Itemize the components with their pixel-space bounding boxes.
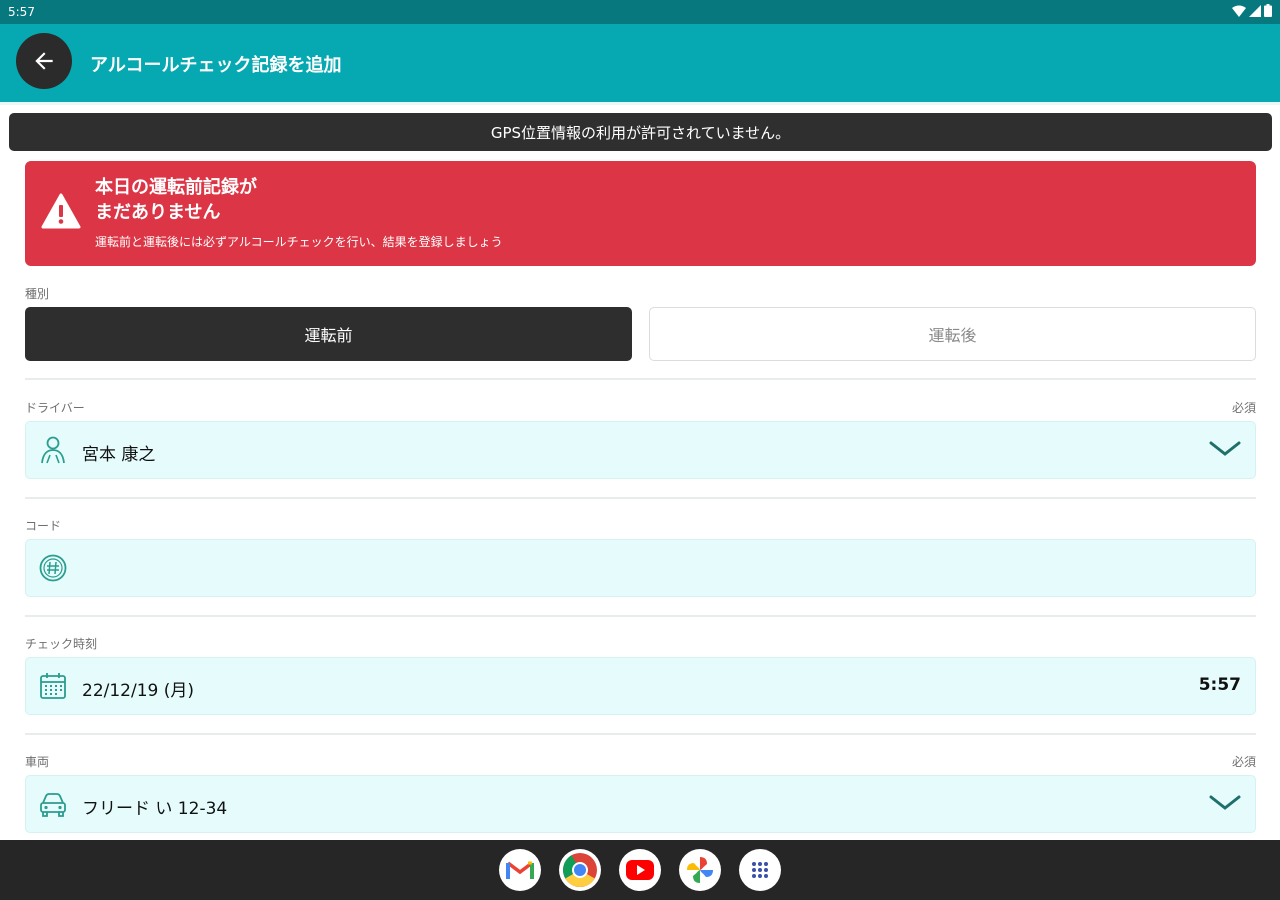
status-bar: 5:57 bbox=[0, 0, 1280, 24]
divider bbox=[25, 497, 1256, 499]
divider bbox=[25, 733, 1256, 735]
alert-description: 運転前と運転後には必ずアルコールチェックを行い、結果を登録しましょう bbox=[95, 235, 503, 249]
driver-value: 宮本 康之 bbox=[82, 445, 156, 465]
divider bbox=[25, 615, 1256, 617]
youtube-icon[interactable] bbox=[619, 849, 661, 891]
battery-icon bbox=[1264, 4, 1272, 17]
chevron-down-icon bbox=[1209, 441, 1241, 456]
check-date-value: 22/12/19 (月) bbox=[82, 681, 195, 701]
alert-title-line1: 本日の運転前記録が bbox=[95, 177, 257, 198]
signal-icon bbox=[1249, 4, 1261, 17]
driver-required-badge: 必須 bbox=[1231, 401, 1256, 415]
gps-permission-banner: GPS位置情報の利用が許可されていません。 bbox=[9, 113, 1272, 151]
gmail-icon[interactable] bbox=[499, 849, 541, 891]
vehicle-select[interactable]: フリード い 12-34 bbox=[25, 775, 1256, 833]
status-time: 5:57 bbox=[8, 5, 35, 19]
code-field[interactable] bbox=[25, 539, 1256, 597]
no-record-alert: 本日の運転前記録が まだありません 運転前と運転後には必ずアルコールチェックを行… bbox=[25, 161, 1256, 266]
system-icons bbox=[1232, 4, 1272, 17]
type-option-before-driving[interactable]: 運転前 bbox=[25, 307, 632, 361]
type-label: 種別 bbox=[25, 287, 50, 301]
check-time-label: チェック時刻 bbox=[25, 637, 98, 651]
divider bbox=[25, 378, 1256, 380]
person-icon bbox=[41, 436, 65, 464]
photos-icon[interactable] bbox=[679, 849, 721, 891]
car-icon bbox=[40, 793, 66, 817]
app-drawer-icon[interactable] bbox=[739, 849, 781, 891]
wifi-icon bbox=[1232, 5, 1246, 17]
vehicle-label: 車両 bbox=[25, 755, 50, 769]
appbar-divider bbox=[0, 102, 1280, 105]
type-option-after-driving[interactable]: 運転後 bbox=[649, 307, 1256, 361]
page-title: アルコールチェック記録を追加 bbox=[90, 55, 342, 76]
code-icon bbox=[39, 554, 67, 582]
vehicle-required-badge: 必須 bbox=[1231, 755, 1256, 769]
check-time-value[interactable]: 5:57 bbox=[1199, 675, 1241, 695]
app-bar: アルコールチェック記録を追加 bbox=[0, 24, 1280, 102]
calendar-icon bbox=[40, 673, 66, 699]
alert-title: 本日の運転前記録が まだありません bbox=[95, 175, 257, 225]
warning-icon bbox=[41, 193, 81, 229]
check-time-field[interactable]: 22/12/19 (月) 5:57 bbox=[25, 657, 1256, 715]
vehicle-value: フリード い 12-34 bbox=[82, 799, 228, 819]
code-label: コード bbox=[25, 519, 62, 533]
driver-select[interactable]: 宮本 康之 bbox=[25, 421, 1256, 479]
driver-label: ドライバー bbox=[25, 401, 85, 415]
arrow-left-icon bbox=[35, 52, 53, 70]
taskbar bbox=[0, 840, 1280, 900]
chevron-down-icon bbox=[1209, 795, 1241, 810]
alert-title-line2: まだありません bbox=[95, 202, 221, 223]
chrome-icon[interactable] bbox=[559, 849, 601, 891]
back-button[interactable] bbox=[16, 33, 72, 89]
